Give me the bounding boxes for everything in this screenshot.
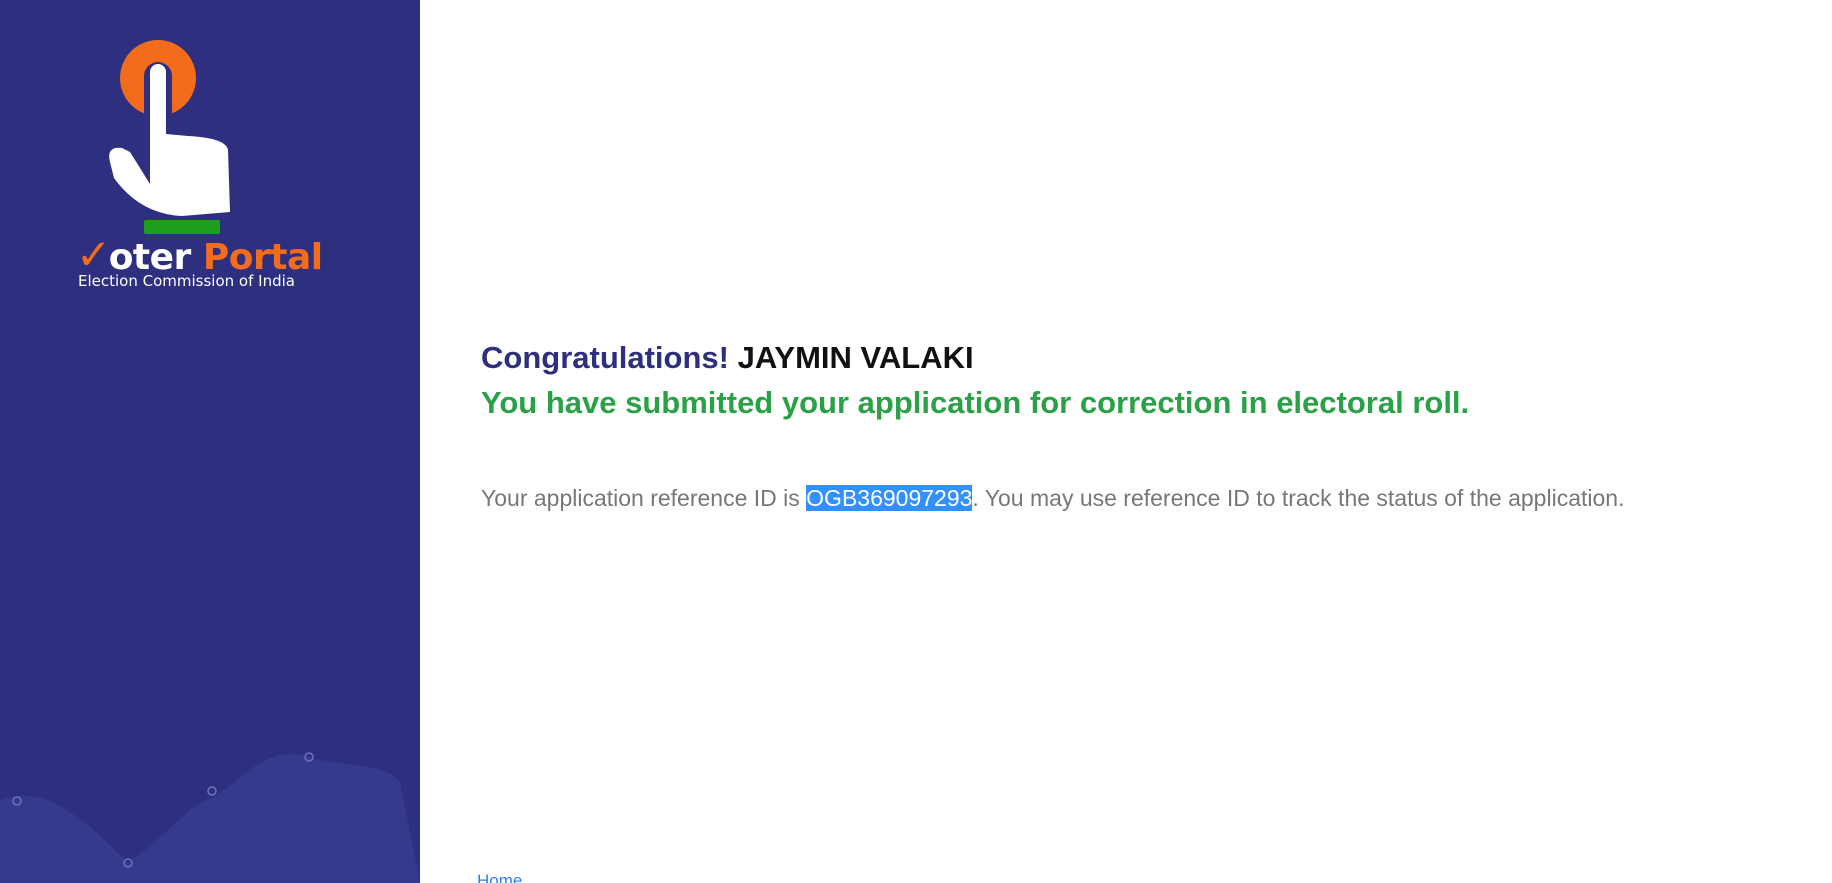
reference-line: Your application reference ID is OGB3690… <box>481 485 1624 512</box>
reference-id[interactable]: OGB369097293 <box>806 485 973 511</box>
congrats-label: Congratulations! <box>481 340 729 375</box>
voter-portal-logo: ✓oter Portal Election Commission of Indi… <box>70 34 323 294</box>
congratulations-heading: Congratulations! JAYMIN VALAKI <box>481 340 974 376</box>
success-message: You have submitted your application for … <box>481 385 1470 420</box>
home-link[interactable]: Home <box>477 871 522 883</box>
finger-vote-icon <box>109 40 230 234</box>
ref-prefix: Your application reference ID is <box>481 485 807 511</box>
applicant-name: JAYMIN VALAKI <box>737 340 974 375</box>
decorative-wave <box>0 752 420 883</box>
ref-suffix: . You may use reference ID to track the … <box>972 485 1625 511</box>
main-content: Congratulations! JAYMIN VALAKI You have … <box>477 0 1801 883</box>
sidebar: ✓oter Portal Election Commission of Indi… <box>0 0 420 883</box>
page: ✓oter Portal Election Commission of Indi… <box>0 0 1832 883</box>
logo-subtitle: Election Commission of India <box>78 272 295 290</box>
